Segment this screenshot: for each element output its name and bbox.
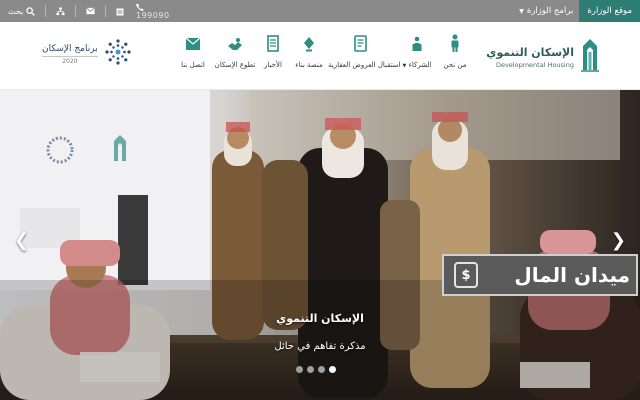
nav-label: اتصل بنا (181, 61, 205, 69)
ministry-programs-dropdown[interactable]: ▼ برامج الوزارة (513, 6, 579, 16)
slider-dot[interactable] (296, 366, 303, 373)
divider (75, 5, 77, 17)
housing-building-icon (580, 38, 600, 76)
dropdown-caret-icon: ▼ (402, 63, 407, 69)
dropdown-caret-icon: ▼ (519, 7, 524, 15)
developmental-housing-logo[interactable]: الإسكان التنموي Developmental Housing (486, 38, 600, 76)
site-header: برنامج الإسكان 2020 من نحن ▼ الشركاء است… (0, 22, 640, 90)
phone-icon (136, 3, 170, 11)
ministry-programs-label: برامج الوزارة (526, 6, 574, 16)
slider-dot-active[interactable] (329, 366, 336, 373)
person-icon (449, 34, 461, 56)
partners-icon (410, 36, 424, 56)
calendar-icon[interactable] (116, 7, 124, 16)
watermark-text: ميدان المال (514, 263, 630, 287)
search-icon (26, 6, 36, 16)
logo-arabic: الإسكان التنموي (486, 45, 574, 59)
program-year: 2020 (42, 55, 98, 65)
divider (45, 5, 47, 17)
hero-photo (0, 90, 640, 400)
nav-item-contact[interactable]: اتصل بنا (160, 36, 226, 69)
divider (105, 5, 107, 17)
logo-english: Developmental Housing (495, 60, 574, 69)
top-bar: بحث 199090 ▼ برامج الوزارة موقع الوزارة (0, 0, 640, 22)
volunteer-icon (227, 37, 243, 56)
search-label: بحث (8, 6, 24, 16)
phone-contact[interactable]: 199090 (136, 3, 170, 20)
ministry-site-label: موقع الوزارة (587, 6, 632, 16)
slide-subtitle: مذكرة تفاهم في حائل (274, 341, 366, 352)
slider-dot[interactable] (307, 366, 314, 373)
search-button[interactable]: بحث (8, 6, 36, 16)
slider-next-arrow-icon[interactable]: ❯ (611, 230, 626, 251)
slider-pagination (296, 366, 336, 373)
mail-icon (185, 37, 201, 56)
ministry-site-link[interactable]: موقع الوزارة (579, 0, 640, 22)
program-emblem-icon (104, 38, 132, 70)
hero-slider[interactable]: ❮ ❯ الإسكان التنموي مذكرة تفاهم في حائل … (0, 90, 640, 400)
mail-icon[interactable] (86, 7, 96, 15)
slide-title: الإسكان التنموي (276, 312, 364, 325)
slider-dot[interactable] (318, 366, 325, 373)
slider-prev-arrow-icon[interactable]: ❮ (14, 230, 29, 251)
sitemap-icon[interactable] (56, 6, 65, 16)
housing-program-logo[interactable]: برنامج الإسكان 2020 (42, 38, 132, 70)
watermark-logo-icon: $ (454, 262, 478, 288)
program-name: برنامج الإسكان (42, 43, 98, 54)
document-icon (354, 35, 368, 56)
watermark-badge: $ ميدان المال (442, 254, 638, 296)
news-icon (267, 35, 279, 56)
phone-number: 199090 (136, 11, 170, 20)
nav-label-text: الشركاء (408, 61, 432, 69)
